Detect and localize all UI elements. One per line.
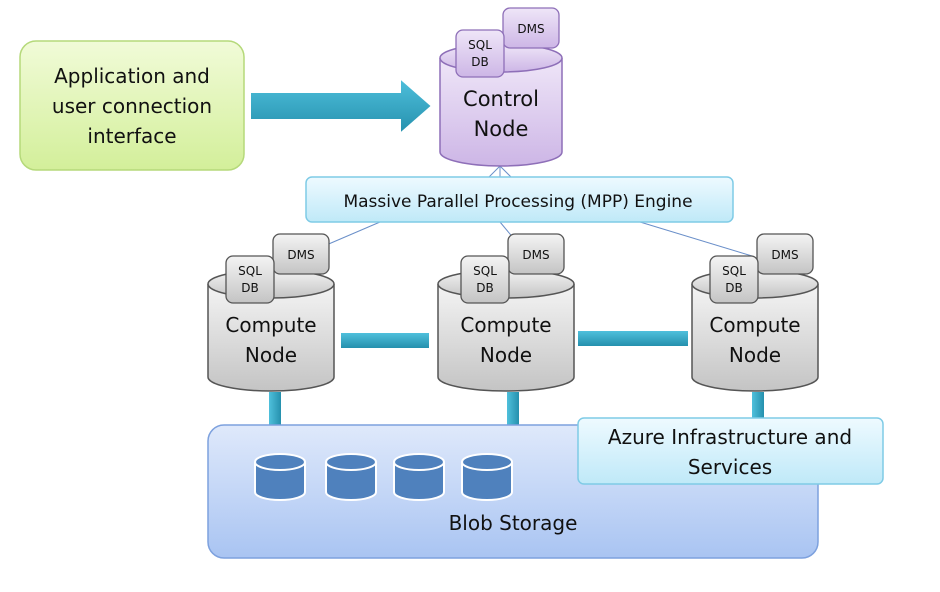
sql-label: SQL — [473, 264, 497, 278]
db-label: DB — [476, 281, 493, 295]
node-label-2: Node — [474, 117, 529, 141]
node-label-2: Node — [245, 343, 297, 367]
node-label-2: Node — [480, 343, 532, 367]
dms-label: DMS — [517, 22, 544, 36]
arrow-icon — [249, 75, 434, 137]
node-label-1: Compute — [225, 313, 316, 337]
connector-bar — [507, 392, 519, 426]
db-label: DB — [241, 281, 258, 295]
azure-infrastructure-box: Azure Infrastructure and Services — [577, 417, 884, 485]
storage-disk-icon — [461, 453, 513, 501]
storage-disk-icon — [325, 453, 377, 501]
node-label-2: Node — [729, 343, 781, 367]
db-label: DB — [471, 55, 488, 69]
db-label: DB — [725, 281, 742, 295]
dms-label: DMS — [287, 248, 314, 262]
node-label-1: Control — [463, 87, 539, 111]
node-label-1: Compute — [709, 313, 800, 337]
connector-bar — [341, 333, 429, 348]
azure-line-1: Azure Infrastructure and — [608, 425, 852, 449]
app-line-1: Application and — [54, 64, 210, 88]
mpp-label: Massive Parallel Processing (MPP) Engine — [343, 192, 692, 212]
node-label-1: Compute — [460, 313, 551, 337]
application-interface-box: Application and user connection interfac… — [19, 40, 245, 171]
connector-bar — [269, 392, 281, 426]
sql-label: SQL — [722, 264, 746, 278]
compute-node-left: DMS SQL DB Compute Node — [207, 233, 335, 392]
storage-disk-icon — [393, 453, 445, 501]
blob-label: Blob Storage — [449, 511, 578, 535]
compute-node-right: DMS SQL DB Compute Node — [691, 233, 819, 392]
azure-line-2: Services — [688, 455, 772, 479]
sql-label: SQL — [468, 38, 492, 52]
dms-label: DMS — [522, 248, 549, 262]
connector-bar — [578, 331, 688, 346]
app-line-2: user connection — [52, 94, 212, 118]
mpp-engine-box: Massive Parallel Processing (MPP) Engine — [305, 176, 734, 223]
control-node: DMS SQL DB Control Node — [439, 7, 563, 167]
sql-label: SQL — [238, 264, 262, 278]
app-line-3: interface — [87, 124, 176, 148]
dms-label: DMS — [771, 248, 798, 262]
connector-bar — [752, 392, 764, 420]
compute-node-middle: DMS SQL DB Compute Node — [437, 233, 575, 392]
mpp-architecture-diagram: Application and user connection interfac… — [19, 7, 884, 559]
storage-disk-icon — [254, 453, 306, 501]
